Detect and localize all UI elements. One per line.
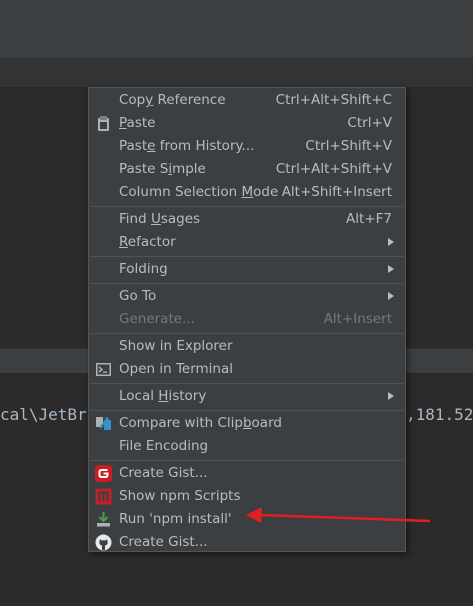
shortcut-label: Ctrl+Alt+Shift+V	[275, 161, 392, 177]
shortcut-label: Alt+F7	[346, 211, 392, 227]
menu-item-paste[interactable]: Paste Ctrl+V	[89, 112, 405, 135]
menu-item-file-encoding[interactable]: File Encoding	[89, 435, 405, 458]
compare-icon	[95, 415, 112, 432]
menu-item-column-selection-mode[interactable]: Column Selection Mode Alt+Shift+Insert	[89, 181, 405, 204]
terminal-text-left: cal\JetBr	[0, 405, 87, 424]
github-icon	[95, 534, 112, 551]
menu-item-go-to[interactable]: Go To	[89, 285, 405, 308]
menu-item-show-npm-scripts[interactable]: Show npm Scripts	[89, 485, 405, 508]
shortcut-label: Ctrl+Shift+V	[305, 138, 392, 154]
download-install-icon	[95, 511, 112, 528]
menu-item-generate[interactable]: Generate... Alt+Insert	[89, 308, 405, 331]
gitee-icon	[95, 465, 112, 482]
menu-item-paste-from-history[interactable]: Paste from History... Ctrl+Shift+V	[89, 135, 405, 158]
menu-item-find-usages[interactable]: Find Usages Alt+F7	[89, 208, 405, 231]
menu-item-open-in-terminal[interactable]: Open in Terminal	[89, 358, 405, 381]
menu-separator	[90, 383, 404, 384]
npm-icon	[95, 488, 112, 505]
shortcut-label: Ctrl+Alt+Shift+C	[275, 92, 392, 108]
menu-separator	[90, 206, 404, 207]
clipboard-icon	[95, 115, 112, 132]
menu-separator	[90, 410, 404, 411]
menu-item-show-in-explorer[interactable]: Show in Explorer	[89, 335, 405, 358]
tab-bar	[0, 58, 473, 88]
menu-item-run-npm-install[interactable]: Run 'npm install'	[89, 508, 405, 531]
shortcut-label: Alt+Insert	[323, 311, 392, 327]
terminal-icon	[95, 361, 112, 378]
menu-item-copy-reference[interactable]: Copy Reference Ctrl+Alt+Shift+C	[89, 89, 405, 112]
menu-separator	[90, 283, 404, 284]
terminal-text-right: ,181.528	[406, 405, 473, 424]
submenu-arrow-icon	[388, 392, 394, 400]
menu-item-folding[interactable]: Folding	[89, 258, 405, 281]
submenu-arrow-icon	[388, 238, 394, 246]
menu-item-local-history[interactable]: Local History	[89, 385, 405, 408]
menu-separator	[90, 333, 404, 334]
menu-item-refactor[interactable]: Refactor	[89, 231, 405, 254]
editor-context-menu: Copy Reference Ctrl+Alt+Shift+C Paste Ct…	[88, 87, 406, 552]
menu-separator	[90, 256, 404, 257]
submenu-arrow-icon	[388, 292, 394, 300]
menu-item-create-gist-gitee[interactable]: Create Gist...	[89, 462, 405, 485]
menu-item-paste-simple[interactable]: Paste Simple Ctrl+Alt+Shift+V	[89, 158, 405, 181]
top-toolbar-area	[0, 0, 473, 58]
shortcut-label: Alt+Shift+Insert	[281, 184, 392, 200]
shortcut-label: Ctrl+V	[347, 115, 392, 131]
menu-item-compare-with-clipboard[interactable]: Compare with Clipboard	[89, 412, 405, 435]
submenu-arrow-icon	[388, 265, 394, 273]
menu-item-create-gist-github[interactable]: Create Gist...	[89, 531, 405, 554]
menu-separator	[90, 460, 404, 461]
